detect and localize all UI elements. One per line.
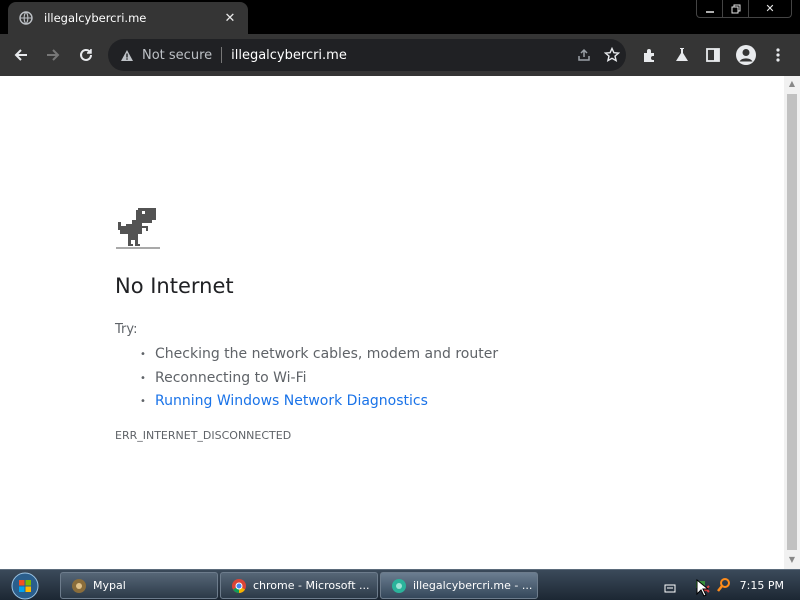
close-icon[interactable]: ✕: [749, 0, 791, 17]
vertical-scrollbar[interactable]: ▲ ▼: [784, 76, 800, 569]
mypal-icon: [71, 578, 87, 594]
page-content: No Internet Try: • Checking the network c…: [0, 76, 784, 569]
forward-icon[interactable]: [39, 41, 67, 69]
taskbar-button[interactable]: Mypal: [60, 572, 218, 599]
system-tray: 7:15 PM: [650, 570, 800, 600]
browser-tab[interactable]: illegalcybercri.me ✕: [8, 2, 248, 34]
tab-close-icon[interactable]: ✕: [222, 10, 238, 26]
page-title: No Internet: [115, 274, 234, 298]
suggestion-text: Checking the network cables, modem and r…: [155, 346, 499, 362]
network-diagnostics-link[interactable]: Running Windows Network Diagnostics: [155, 390, 428, 414]
browser-icon: [391, 578, 407, 594]
mouse-cursor-icon: [696, 578, 710, 600]
suggestions-list: • Checking the network cables, modem and …: [140, 343, 498, 414]
address-bar[interactable]: Not secure illegalcybercri.me: [108, 39, 626, 71]
start-button[interactable]: [8, 571, 42, 600]
back-icon[interactable]: [7, 41, 35, 69]
taskbar: Mypal chrome - Microsoft ... illegalcybe…: [0, 569, 800, 600]
search-icon[interactable]: [716, 577, 732, 597]
extensions-icon[interactable]: [636, 41, 664, 69]
share-icon[interactable]: [570, 41, 598, 69]
scrollbar-thumb[interactable]: [787, 94, 797, 550]
window-controls: ✕: [696, 0, 792, 18]
taskbar-button-label: chrome - Microsoft ...: [253, 579, 370, 592]
title-bar: illegalcybercri.me ✕ ✕: [0, 0, 800, 34]
suggestion-text: Reconnecting to Wi-Fi: [155, 369, 307, 386]
list-item: • Checking the network cables, modem and …: [140, 343, 498, 367]
warning-icon[interactable]: [118, 46, 136, 64]
taskbar-button[interactable]: illegalcybercri.me - ...: [380, 572, 538, 599]
restore-icon[interactable]: [723, 0, 749, 17]
taskbar-button-label: Mypal: [93, 579, 126, 592]
profile-icon[interactable]: [732, 41, 760, 69]
try-label: Try:: [115, 322, 138, 337]
taskbar-button-label: illegalcybercri.me - ...: [413, 579, 533, 592]
menu-icon[interactable]: [764, 41, 792, 69]
omnibox-separator: [221, 47, 223, 63]
list-item: • Running Windows Network Diagnostics: [140, 390, 498, 414]
browser-toolbar: Not secure illegalcybercri.me: [0, 34, 800, 76]
security-label[interactable]: Not secure: [142, 48, 212, 63]
labs-icon[interactable]: [668, 41, 696, 69]
clock[interactable]: 7:15 PM: [740, 579, 784, 592]
list-item: • Reconnecting to Wi-Fi: [140, 367, 498, 391]
dinosaur-icon: [116, 206, 160, 254]
chrome-icon: [231, 578, 247, 594]
side-panel-icon[interactable]: [699, 41, 727, 69]
scroll-up-icon[interactable]: ▲: [788, 80, 796, 88]
url-text[interactable]: illegalcybercri.me: [231, 48, 570, 63]
taskbar-button[interactable]: chrome - Microsoft ...: [220, 572, 378, 599]
globe-icon: [18, 10, 34, 26]
tab-title: illegalcybercri.me: [44, 11, 147, 25]
star-icon[interactable]: [598, 41, 626, 69]
keyboard-icon[interactable]: [664, 579, 676, 598]
error-code: ERR_INTERNET_DISCONNECTED: [115, 429, 292, 442]
minimize-icon[interactable]: [697, 0, 723, 17]
reload-icon[interactable]: [72, 41, 100, 69]
scroll-down-icon[interactable]: ▼: [788, 556, 796, 564]
